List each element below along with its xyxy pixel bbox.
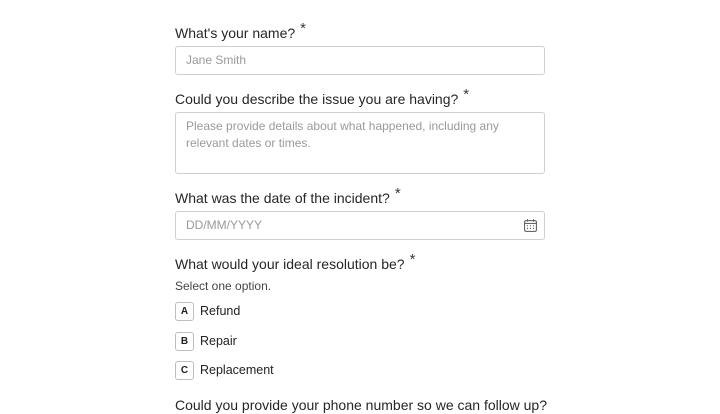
name-question-label: What's your name? *	[175, 20, 306, 43]
date-question-label: What was the date of the incident? *	[175, 185, 401, 208]
required-asterisk: *	[394, 185, 401, 202]
name-question-text: What's your name?	[175, 25, 296, 41]
phone-question-text: Could you provide your phone number so w…	[175, 397, 548, 413]
required-asterisk: *	[300, 20, 307, 37]
option-replacement[interactable]: C Replacement	[175, 360, 274, 380]
issue-textarea[interactable]: Please provide details about what happen…	[175, 112, 545, 174]
date-input[interactable]: DD/MM/YYYY	[175, 211, 545, 240]
resolution-question-text: What would your ideal resolution be?	[175, 256, 405, 272]
issue-textarea-placeholder: Please provide details about what happen…	[186, 119, 499, 150]
phone-question-label: Could you provide your phone number so w…	[175, 396, 547, 414]
option-refund[interactable]: A Refund	[175, 301, 240, 321]
issue-question-text: Could you describe the issue you are hav…	[175, 91, 459, 107]
date-question-text: What was the date of the incident?	[175, 190, 390, 206]
name-input[interactable]: Jane Smith	[175, 46, 545, 75]
issue-question-label: Could you describe the issue you are hav…	[175, 86, 469, 109]
resolution-helper-text: Select one option.	[175, 279, 272, 293]
option-label-repair: Repair	[200, 334, 237, 348]
option-repair[interactable]: B Repair	[175, 331, 237, 351]
option-key-c: C	[175, 360, 194, 380]
option-key-a: A	[175, 301, 194, 321]
required-asterisk: *	[463, 86, 470, 103]
option-key-b: B	[175, 331, 194, 351]
option-label-refund: Refund	[200, 304, 241, 318]
calendar-icon[interactable]	[524, 219, 537, 232]
name-input-placeholder: Jane Smith	[186, 53, 247, 67]
date-input-placeholder: DD/MM/YYYY	[186, 218, 263, 232]
option-label-replacement: Replacement	[200, 363, 274, 377]
required-asterisk: *	[409, 251, 416, 268]
resolution-question-label: What would your ideal resolution be? *	[175, 251, 415, 274]
